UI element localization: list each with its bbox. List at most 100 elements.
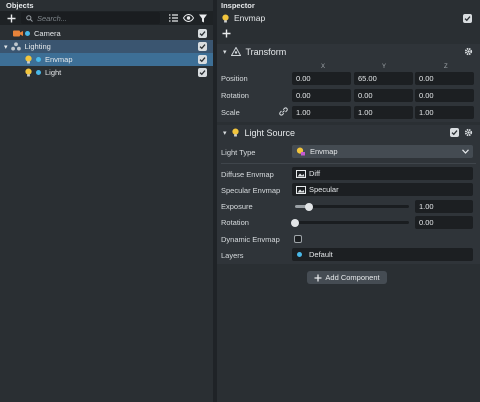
add-component-label: Add Component xyxy=(325,273,380,282)
object-name: Envmap xyxy=(234,13,266,23)
gear-icon[interactable] xyxy=(464,47,473,56)
chevron-down-icon xyxy=(462,149,469,154)
search-input[interactable] xyxy=(37,13,157,23)
layers-value: Default xyxy=(309,250,333,259)
plus-icon xyxy=(314,274,322,281)
envmap-icon xyxy=(296,147,305,156)
tree-item-envmap[interactable]: Envmap xyxy=(0,53,213,66)
chevron-down-icon[interactable]: ▾ xyxy=(223,129,227,137)
inspector-title: Inspector xyxy=(221,1,255,10)
objects-toolbar xyxy=(0,11,213,25)
scale-x-field[interactable]: 1.00 xyxy=(292,106,351,119)
light-source-component: ▾ Light Source Light Type Envmap Diffuse… xyxy=(217,125,480,264)
rotation-label: Rotation xyxy=(221,218,249,227)
bulb-icon xyxy=(25,68,32,77)
light-source-title: Light Source xyxy=(244,127,296,138)
light-source-header[interactable]: ▾ Light Source xyxy=(217,125,480,140)
objects-toolbar-actions xyxy=(169,11,207,25)
rotation-slider[interactable] xyxy=(295,221,409,224)
objects-panel: Objects Camera ▾ Lighting xyxy=(0,0,213,402)
inspector-panel: Inspector Envmap ▾ Transform X Y Z Posit… xyxy=(217,0,480,402)
axis-x-label: X xyxy=(321,64,326,70)
search-icon xyxy=(26,14,33,22)
chevron-down-icon[interactable]: ▾ xyxy=(4,43,8,51)
tree-item-label: Lighting xyxy=(24,42,51,51)
tree-item-label: Light xyxy=(45,68,62,77)
object-enabled-checkbox[interactable] xyxy=(463,14,472,23)
status-dot xyxy=(36,57,41,62)
exposure-field[interactable]: 1.00 xyxy=(415,200,473,213)
tree-item-label: Camera xyxy=(34,29,61,38)
scale-label: Scale xyxy=(221,108,240,117)
visibility-checkbox[interactable] xyxy=(198,68,207,77)
add-component-button[interactable]: Add Component xyxy=(307,271,387,284)
exposure-label: Exposure xyxy=(221,202,253,211)
eye-icon[interactable] xyxy=(183,14,194,22)
light-type-label: Light Type xyxy=(221,148,256,157)
position-x-field[interactable]: 0.00 xyxy=(292,72,351,85)
scale-y-field[interactable]: 1.00 xyxy=(354,106,413,119)
bulb-icon xyxy=(25,55,32,64)
visibility-checkbox[interactable] xyxy=(198,29,207,38)
search-box[interactable] xyxy=(21,12,160,24)
bulb-icon xyxy=(222,14,229,22)
section-divider xyxy=(221,163,476,164)
visibility-checkbox[interactable] xyxy=(198,42,207,51)
layers-field[interactable]: Default xyxy=(292,248,473,261)
image-icon xyxy=(296,185,306,194)
tree-item-light[interactable]: Light xyxy=(0,66,213,79)
tree-item-label: Envmap xyxy=(45,55,73,64)
layers-label: Layers xyxy=(221,251,244,260)
rotation-x-field[interactable]: 0.00 xyxy=(292,89,351,102)
specular-envmap-label: Specular Envmap xyxy=(221,186,281,195)
image-icon xyxy=(296,169,306,178)
scale-z-field[interactable]: 1.00 xyxy=(415,106,474,119)
component-enabled-checkbox[interactable] xyxy=(450,128,459,137)
tree-item-camera[interactable]: Camera xyxy=(0,27,213,40)
specular-envmap-value: Specular xyxy=(309,185,339,194)
inspector-object: Envmap xyxy=(221,13,265,23)
layer-dot-icon xyxy=(297,252,302,257)
light-type-select[interactable]: Envmap xyxy=(292,145,473,158)
filter-icon[interactable] xyxy=(199,14,207,23)
visibility-checkbox[interactable] xyxy=(198,55,207,64)
list-icon[interactable] xyxy=(169,14,178,22)
transform-icon xyxy=(230,47,241,56)
rotation-label: Rotation xyxy=(221,91,249,100)
axis-y-label: Y xyxy=(382,64,387,70)
link-icon[interactable] xyxy=(279,107,288,116)
diffuse-envmap-label: Diffuse Envmap xyxy=(221,170,274,179)
plus-icon xyxy=(222,29,231,38)
add-component-plus-button[interactable] xyxy=(222,27,231,40)
transform-component: ▾ Transform X Y Z Position 0.00 65.00 0.… xyxy=(217,44,480,122)
tree-item-lighting[interactable]: ▾ Lighting xyxy=(0,40,213,53)
dynamic-envmap-label: Dynamic Envmap xyxy=(221,235,280,244)
group-icon xyxy=(10,42,21,51)
gear-icon[interactable] xyxy=(464,128,473,137)
transform-header[interactable]: ▾ Transform xyxy=(217,44,480,59)
rotation-y-field[interactable]: 0.00 xyxy=(354,89,413,102)
specular-envmap-field[interactable]: Specular xyxy=(292,183,473,196)
status-dot xyxy=(36,70,41,75)
plus-icon xyxy=(7,14,15,22)
transform-title: Transform xyxy=(245,46,287,57)
chevron-down-icon[interactable]: ▾ xyxy=(223,48,227,56)
position-label: Position xyxy=(221,74,248,83)
light-type-value: Envmap xyxy=(310,147,338,156)
objects-panel-title: Objects xyxy=(6,1,34,10)
rotation-slider-handle[interactable] xyxy=(291,219,299,227)
position-y-field[interactable]: 65.00 xyxy=(354,72,413,85)
object-tree: Camera ▾ Lighting Envmap Light xyxy=(0,27,213,79)
inspector-header: Inspector Envmap xyxy=(217,0,480,44)
dynamic-envmap-checkbox[interactable] xyxy=(294,235,302,243)
status-dot xyxy=(25,31,30,36)
position-z-field[interactable]: 0.00 xyxy=(415,72,474,85)
rotation-field[interactable]: 0.00 xyxy=(415,216,473,229)
bulb-icon xyxy=(231,128,239,137)
add-object-button[interactable] xyxy=(3,11,19,25)
rotation-z-field[interactable]: 0.00 xyxy=(415,89,474,102)
exposure-slider-handle[interactable] xyxy=(304,203,313,211)
diffuse-envmap-value: Diff xyxy=(309,169,321,178)
diffuse-envmap-field[interactable]: Diff xyxy=(292,167,473,180)
camera-icon xyxy=(13,30,23,37)
